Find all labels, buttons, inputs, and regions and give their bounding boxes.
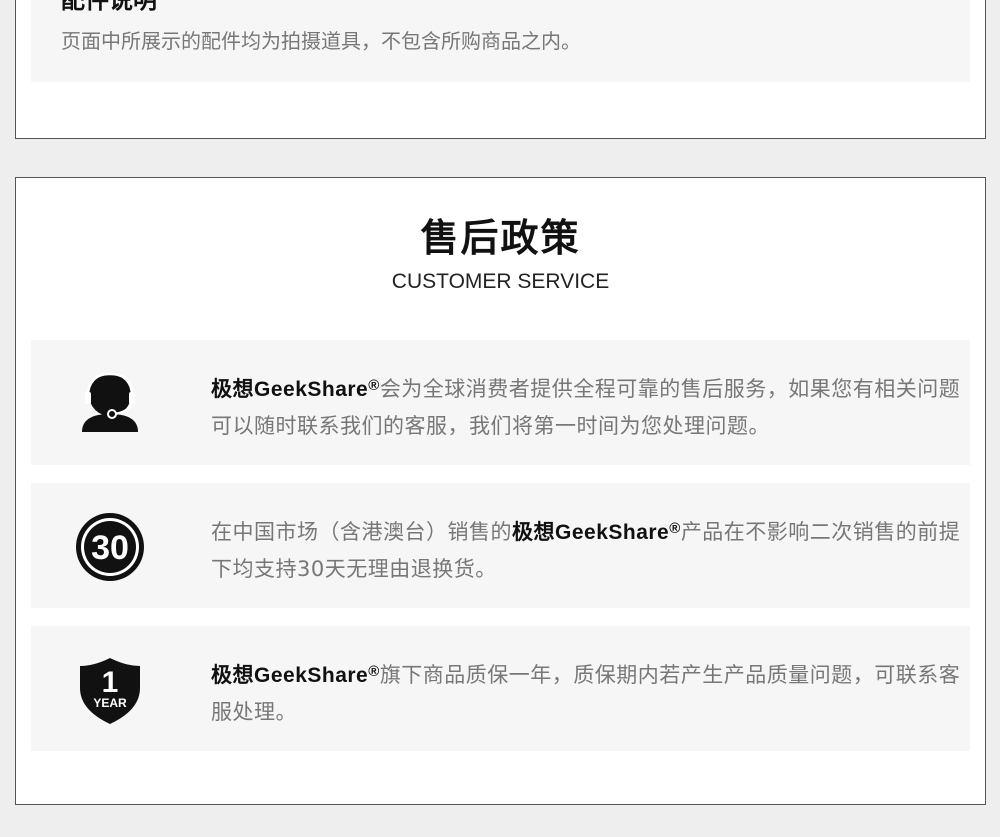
return-policy-text: 在中国市场（含港澳台）销售的极想GeekShare®产品在不影响二次销售的前提下… [211,511,961,587]
30-days-icon-text: 30 [91,529,129,567]
brand-name: 极想GeekShare [512,521,670,544]
warranty-icon-number: 1 [102,666,119,699]
policy-row-warranty: 1 YEAR 极想GeekShare®旗下商品质保一年，质保期内若产生产品质量问… [31,626,970,751]
service-policy-text: 极想GeekShare®会为全球消费者提供全程可靠的售后服务，如果您有相关问题可… [211,368,961,444]
30-days-icon: 30 [74,511,146,583]
after-sales-subtitle: CUSTOMER SERVICE [391,270,610,293]
warranty-icon-label: YEAR [93,696,127,710]
registered-mark: ® [368,663,380,680]
warranty-policy-text: 极想GeekShare®旗下商品质保一年，质保期内若产生产品质量问题，可联系客服… [211,654,961,730]
after-sales-card: 售后政策 CUSTOMER SERVICE 极想GeekShare®会为全球消费… [15,177,986,805]
policy-row-service: 极想GeekShare®会为全球消费者提供全程可靠的售后服务，如果您有相关问题可… [31,340,970,465]
accessories-title: 配件说明 [61,0,157,14]
after-sales-title: 售后政策 [420,216,581,260]
customer-service-icon [74,368,146,440]
brand-name: 极想GeekShare [211,664,369,687]
accessories-box: 配件说明 页面中所展示的配件均为拍摄道具，不包含所购商品之内。 [31,0,970,82]
registered-mark: ® [368,377,380,394]
one-year-warranty-shield-icon: 1 YEAR [74,654,146,726]
accessories-text: 页面中所展示的配件均为拍摄道具，不包含所购商品之内。 [61,29,581,53]
brand-name: 极想GeekShare [211,378,369,401]
return-policy-prefix: 在中国市场（含港澳台）销售的 [211,520,512,544]
policy-row-return: 30 在中国市场（含港澳台）销售的极想GeekShare®产品在不影响二次销售的… [31,483,970,608]
accessories-card: 配件说明 页面中所展示的配件均为拍摄道具，不包含所购商品之内。 [15,0,986,139]
registered-mark: ® [669,520,681,537]
